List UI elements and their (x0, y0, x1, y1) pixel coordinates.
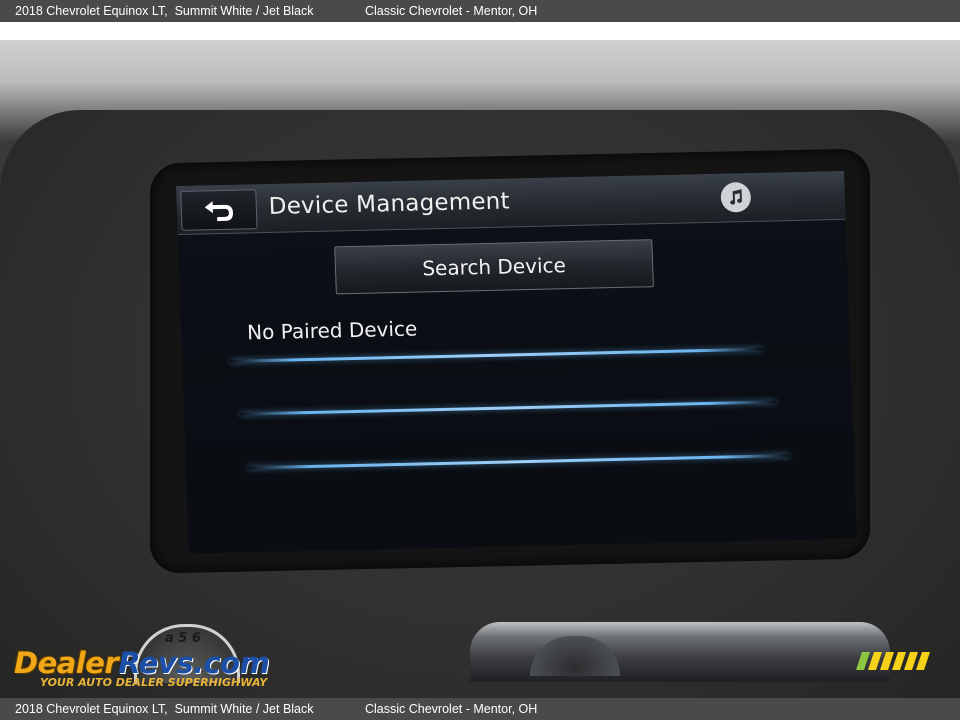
bottom-caption-bar: 2018 Chevrolet Equinox LT, Summit White … (0, 698, 960, 720)
list-divider (230, 347, 763, 363)
stripes-logo-icon (856, 652, 930, 670)
page-title: Device Management (268, 188, 511, 220)
infotainment-screen: Device Management Search Device No Paire… (176, 170, 857, 554)
back-button[interactable] (180, 189, 258, 231)
search-device-button[interactable]: Search Device (334, 239, 654, 295)
vehicle-caption: 2018 Chevrolet Equinox LT, Summit White … (15, 702, 314, 716)
back-arrow-icon (204, 201, 233, 222)
logo-word-dealer: Dealer (14, 646, 119, 680)
top-white-strip (0, 22, 960, 40)
logo-word-com: .com (192, 646, 270, 680)
top-caption-bar: 2018 Chevrolet Equinox LT, Summit White … (0, 0, 960, 22)
gauge-digits: a 5 6 (165, 631, 201, 646)
dealer-caption: Classic Chevrolet - Mentor, OH (365, 4, 538, 18)
vehicle-caption: 2018 Chevrolet Equinox LT, Summit White … (15, 4, 314, 18)
chrome-control-knob (470, 622, 890, 682)
list-divider (247, 454, 790, 470)
logo-word-revs: Revs (118, 646, 193, 680)
logo-tagline: YOUR AUTO DEALER SUPERHIGHWAY (40, 676, 268, 689)
paired-device-status: No Paired Device (246, 316, 418, 345)
logo-wordmark: DealerRevs.com (14, 646, 270, 680)
dealerrevs-logo: a 5 6 DealerRevs.com YOUR AUTO DEALER SU… (12, 624, 272, 694)
music-note-icon[interactable] (720, 181, 752, 213)
list-divider (239, 400, 777, 416)
music-note-glyph (730, 189, 742, 205)
dealer-caption: Classic Chevrolet - Mentor, OH (365, 702, 538, 716)
